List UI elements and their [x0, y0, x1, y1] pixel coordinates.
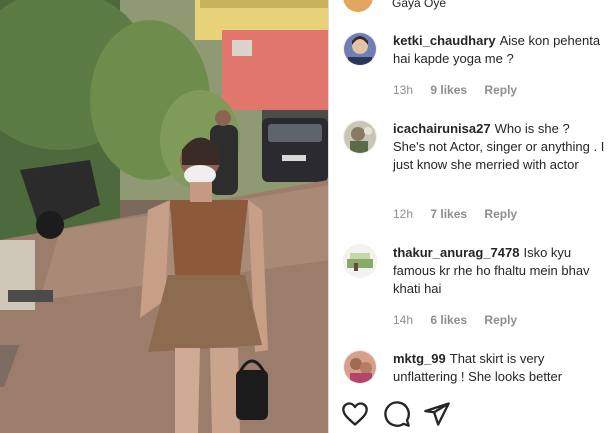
heart-icon[interactable] [341, 400, 369, 428]
reply-button[interactable]: Reply [484, 207, 517, 221]
comment-likes[interactable]: 7 likes [430, 207, 467, 221]
comment-username[interactable]: icachairunisa27 [393, 121, 491, 136]
comment-likes[interactable]: 6 likes [430, 313, 467, 327]
comment-text-block: mktg_99 That skirt is very unflattering !… [393, 350, 605, 386]
commenter-avatar[interactable] [343, 32, 377, 66]
commenter-avatar[interactable] [343, 120, 377, 154]
comment-username[interactable]: mktg_99 [393, 351, 446, 366]
previous-comment-fragment: Gaya Oye [392, 0, 447, 10]
post-media-video[interactable] [0, 0, 328, 433]
comment-time: 13h [393, 83, 414, 97]
commenter-avatar[interactable] [343, 350, 377, 384]
avatar-image [344, 351, 376, 383]
post-action-bar [329, 392, 608, 433]
reply-button[interactable]: Reply [484, 83, 517, 97]
comment-meta: 12h 7 likes Reply [393, 207, 531, 221]
comment-time: 12h [393, 207, 414, 221]
comment-meta: 13h 9 likes Reply [393, 83, 531, 97]
comment-text-block: icachairunisa27 Who is she ? She's not Ac… [393, 120, 605, 174]
avatar-image [344, 33, 376, 65]
comment-icon[interactable] [383, 400, 411, 428]
comment-text-block: thakur_anurag_7478 Isko kyu famous kr rhe… [393, 244, 605, 298]
comment-likes[interactable]: 9 likes [430, 83, 467, 97]
comment-username[interactable]: thakur_anurag_7478 [393, 245, 519, 260]
video-frame [0, 0, 328, 433]
avatar-image [344, 121, 376, 153]
send-icon[interactable] [423, 400, 451, 428]
reply-button[interactable]: Reply [484, 313, 517, 327]
comment-username[interactable]: ketki_chaudhary [393, 33, 496, 48]
avatar-image [344, 245, 376, 277]
comment-text-block: ketki_chaudhary Aise kon pehenta hai kapd… [393, 32, 605, 68]
comment-meta: 14h 6 likes Reply [393, 313, 531, 327]
commenter-avatar[interactable] [343, 244, 377, 278]
comment-time: 14h [393, 313, 414, 327]
